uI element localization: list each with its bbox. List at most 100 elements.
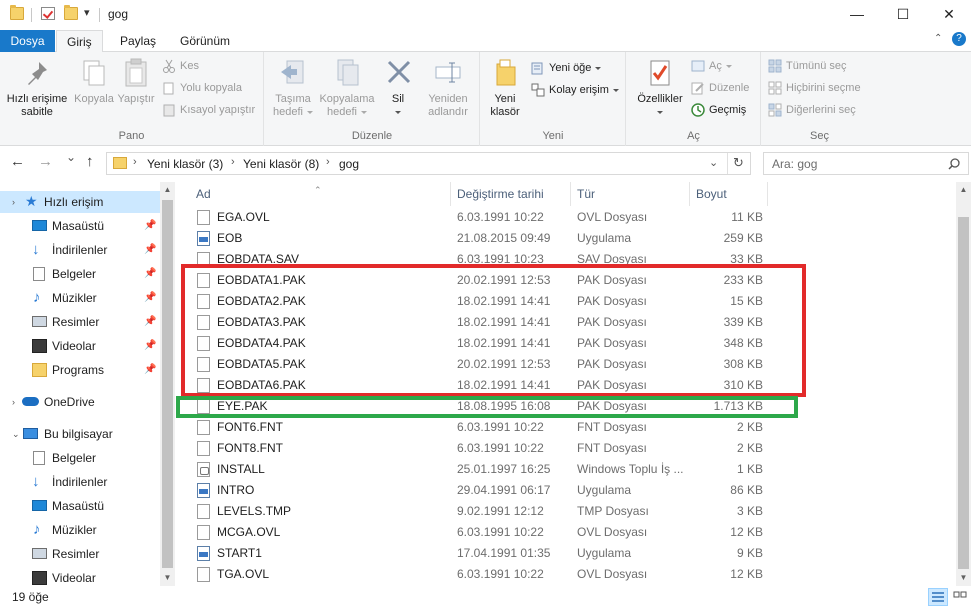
address-dropdown-icon[interactable]: ⌄ [709,156,718,169]
nav-scrollbar[interactable]: ▲ ▼ [160,182,175,586]
properties-button[interactable]: Özellikler [631,56,689,119]
file-row[interactable]: FONT8.FNT 6.03.1991 10:22 FNT Dosyası 2 KB [190,438,770,459]
large-icons-view-button[interactable] [950,588,970,606]
copy-to-button[interactable]: Kopyalama hedefi [317,56,377,119]
search-box[interactable]: Ara: gog [763,152,969,175]
nav-pc-videos[interactable]: Videolar [0,567,160,589]
pin-icon[interactable]: 📌 [144,359,156,381]
file-row[interactable]: FONT6.FNT 6.03.1991 10:22 FNT Dosyası 2 KB [190,417,770,438]
nav-item-downloads[interactable]: ↓ İndirilenler 📌 [0,239,160,261]
scrollbar-thumb[interactable] [958,217,969,569]
nav-pc-desktop[interactable]: Masaüstü [0,495,160,517]
invert-selection-button[interactable]: Diğerlerini seç [766,100,856,120]
expand-chevron-icon[interactable]: › [12,391,15,413]
search-input[interactable]: Ara: gog [772,157,817,171]
open-button[interactable]: Aç [689,56,732,76]
new-item-button[interactable]: Yeni öğe [529,58,602,78]
pin-icon[interactable]: 📌 [144,335,156,357]
back-button[interactable]: ← [10,153,25,170]
file-row[interactable]: MCGA.OVL 6.03.1991 10:22 OVL Dosyası 12 KB [190,522,770,543]
column-header-date[interactable]: Değiştirme tarihi [451,182,571,206]
quick-access-dropdown[interactable]: ▾ [84,6,90,19]
nav-pc-downloads[interactable]: ↓ İndirilenler [0,471,160,493]
nav-pc-documents[interactable]: Belgeler [0,447,160,469]
file-row[interactable]: LEVELS.TMP 9.02.1991 12:12 TMP Dosyası 3 KB [190,501,770,522]
properties-icon[interactable] [41,7,55,20]
nav-item-music[interactable]: ♪ Müzikler 📌 [0,287,160,309]
folder-icon [10,5,24,20]
paste-button[interactable]: Yapıştır [116,56,156,106]
copy-button[interactable]: Kopyala [72,56,116,106]
scroll-down-arrow[interactable]: ▼ [956,570,971,585]
details-view-button[interactable] [928,588,948,606]
nav-quick-access[interactable]: › ★ Hızlı erişim [0,191,160,213]
file-row[interactable]: TGA.OVL 6.03.1991 10:22 OVL Dosyası 12 KB [190,564,770,585]
recent-locations-button[interactable]: ⌄ [66,150,76,164]
file-row[interactable]: EGA.OVL 6.03.1991 10:22 OVL Dosyası 11 KB [190,207,770,228]
maximize-button[interactable]: ☐ [880,0,926,28]
column-header-type[interactable]: Tür [571,182,690,206]
file-row[interactable]: INTRO 29.04.1991 06:17 Uygulama 86 KB [190,480,770,501]
select-none-button[interactable]: Hiçbirini seçme [766,78,861,98]
pin-icon[interactable]: 📌 [144,215,156,237]
cut-button[interactable]: Kes [160,56,199,76]
move-to-button[interactable]: Taşıma hedefi [269,56,317,119]
rename-button[interactable]: Yeniden adlandır [423,56,473,119]
nav-item-pictures[interactable]: Resimler 📌 [0,311,160,333]
new-folder-icon[interactable] [64,5,78,20]
expand-chevron-icon[interactable]: › [12,191,15,213]
forward-button[interactable]: → [38,153,53,170]
history-button[interactable]: Geçmiş [689,100,746,120]
nav-item-programs[interactable]: Programs 📌 [0,359,160,381]
breadcrumb-item[interactable]: Yeni klasör (3) [147,157,223,171]
breadcrumb-item[interactable]: gog [339,157,359,171]
tab-share[interactable]: Paylaş [110,30,166,52]
nav-item-videos[interactable]: Videolar 📌 [0,335,160,357]
scroll-up-arrow[interactable]: ▲ [956,182,971,197]
collapse-ribbon-icon[interactable]: ⌃ [934,33,942,44]
scrollbar-thumb[interactable] [162,200,173,568]
scroll-down-arrow[interactable]: ▼ [160,570,175,585]
pin-icon[interactable]: 📌 [144,263,156,285]
file-list-scrollbar[interactable]: ▲ ▼ [956,182,971,586]
copy-path-button[interactable]: Yolu kopyala [160,78,242,98]
delete-button[interactable]: Sil [383,56,413,119]
file-row[interactable]: EOB 21.08.2015 09:49 Uygulama 259 KB [190,228,770,249]
file-row[interactable]: START1 17.04.1991 01:35 Uygulama 9 KB [190,543,770,564]
organize-group: Taşıma hedefi Kopyalama hedefi Sil Yenid… [265,52,480,146]
scroll-up-arrow[interactable]: ▲ [160,182,175,197]
address-bar[interactable]: › Yeni klasör (3) › Yeni klasör (8) › go… [106,152,751,175]
tab-file[interactable]: Dosya [0,30,55,52]
nav-this-pc[interactable]: ⌄ Bu bilgisayar [0,423,160,445]
column-header-size[interactable]: Boyut [690,182,768,206]
nav-pc-music[interactable]: ♪ Müzikler [0,519,160,541]
tab-home[interactable]: Giriş [56,30,103,53]
nav-item-documents[interactable]: Belgeler 📌 [0,263,160,285]
tab-view[interactable]: Görünüm [170,30,240,52]
nav-pc-pictures[interactable]: Resimler [0,543,160,565]
nav-item-desktop[interactable]: Masaüstü 📌 [0,215,160,237]
minimize-button[interactable]: — [834,0,880,28]
column-header-name[interactable]: ⌃ Ad [190,182,451,206]
nav-onedrive[interactable]: › OneDrive [0,391,160,413]
pin-quick-access-button[interactable]: Hızlı erişime sabitle [4,56,70,119]
pin-icon[interactable]: 📌 [144,239,156,261]
window-title: gog [108,7,129,21]
refresh-button[interactable]: ↻ [733,155,744,171]
file-row[interactable]: INSTALL 25.01.1997 16:25 Windows Toplu İş … [190,459,770,480]
help-icon[interactable]: ? [952,32,966,46]
edit-button[interactable]: Düzenle [689,78,749,98]
breadcrumb-item[interactable]: Yeni klasör (8) [243,157,319,171]
select-all-button[interactable]: Tümünü seç [766,56,847,76]
new-item-label: Yeni öğe [549,62,592,74]
new-folder-button[interactable]: Yeni klasör [485,56,525,119]
pin-icon[interactable]: 📌 [144,311,156,333]
app-icon [197,546,210,561]
up-button[interactable]: ↑ [86,153,94,170]
paste-shortcut-button[interactable]: Kısayol yapıştır [160,100,255,120]
history-label: Geçmiş [709,104,747,116]
pin-icon[interactable]: 📌 [144,287,156,309]
collapse-chevron-icon[interactable]: ⌄ [12,423,20,445]
close-button[interactable]: ✕ [926,0,971,28]
easy-access-button[interactable]: Kolay erişim [529,80,619,100]
